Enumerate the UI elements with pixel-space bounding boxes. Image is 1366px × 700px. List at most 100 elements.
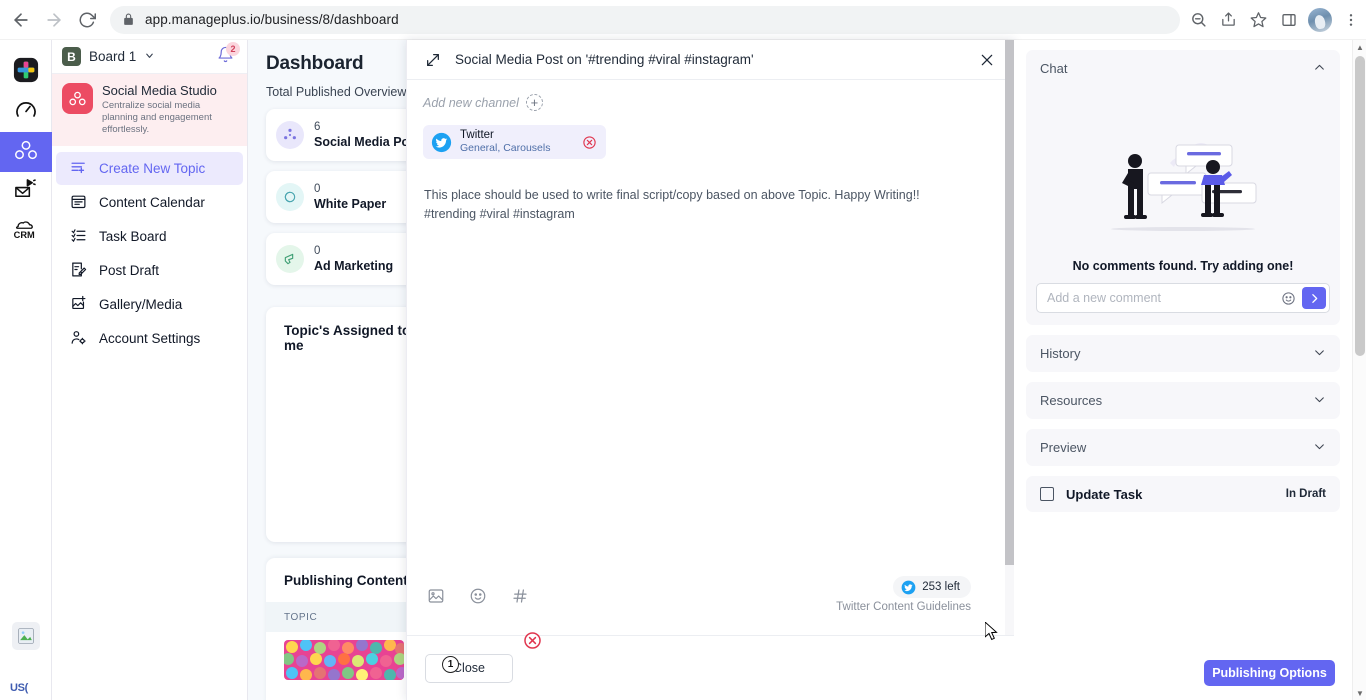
channel-card-twitter[interactable]: Twitter General, Carousels — [423, 125, 606, 159]
social-studio-icon — [13, 137, 39, 168]
post-editor-content[interactable]: This place should be used to write final… — [407, 159, 999, 224]
image-icon[interactable] — [427, 587, 445, 605]
browser-toolbar: app.manageplus.io/business/8/dashboard — [0, 0, 1366, 40]
app-logo[interactable] — [0, 48, 52, 92]
remove-circle-icon[interactable] — [581, 134, 598, 151]
sidebar-item-task-board[interactable]: Task Board — [56, 220, 243, 253]
post-editor-modal: Social Media Post on '#trending #viral #… — [406, 40, 1015, 700]
taskbar-image-icon[interactable] — [12, 622, 40, 650]
stat-label: Ad Marketing — [314, 258, 394, 273]
chevron-down-icon[interactable] — [144, 50, 155, 64]
side-panel-icon[interactable] — [1274, 5, 1304, 35]
stat-card-white-paper[interactable]: 0 White Paper — [266, 171, 423, 223]
remove-circle-icon[interactable] — [523, 631, 542, 650]
accordion-header-chat[interactable]: Chat — [1026, 50, 1340, 87]
three-dot-menu-icon[interactable] — [1336, 5, 1366, 35]
accordion-header-preview[interactable]: Preview — [1026, 429, 1340, 466]
accordion-resources: Resources — [1026, 382, 1340, 419]
down-chevron-icon[interactable] — [1313, 346, 1326, 362]
sidebar-item-label: Create New Topic — [99, 161, 206, 176]
accordion-label: Chat — [1040, 61, 1068, 76]
sidebar-item-account-settings[interactable]: Account Settings — [56, 322, 243, 355]
account-settings-icon — [70, 329, 87, 349]
stat-card-ad-marketing[interactable]: 0 Ad Marketing — [266, 233, 423, 285]
sidebar-item-dashboard[interactable] — [0, 92, 52, 132]
down-chevron-icon[interactable] — [1313, 393, 1326, 409]
update-task-checkbox[interactable] — [1040, 487, 1054, 501]
content-guidelines-link[interactable]: Twitter Content Guidelines — [836, 601, 971, 613]
back-arrow-icon[interactable] — [8, 4, 33, 36]
taskbar-label: US( — [10, 682, 29, 694]
update-task-row[interactable]: Update Task In Draft — [1026, 476, 1340, 512]
down-chevron-icon[interactable] — [1313, 440, 1326, 456]
accordion-header-resources[interactable]: Resources — [1026, 382, 1340, 419]
scroll-up-arrow-icon[interactable]: ▲ — [1353, 40, 1366, 54]
sidebar-item-campaigns[interactable] — [0, 172, 52, 212]
scroll-down-arrow-icon[interactable]: ▼ — [1353, 686, 1366, 700]
emoji-icon[interactable] — [1281, 291, 1296, 306]
stat-count: 0 — [314, 244, 321, 257]
crm-icon: CRM — [11, 217, 41, 248]
page-title: Dashboard — [266, 53, 364, 74]
modal-title: Social Media Post on '#trending #viral #… — [455, 52, 754, 67]
emoji-icon[interactable] — [469, 587, 487, 605]
sidebar-item-gallery-media[interactable]: Gallery/Media — [56, 288, 243, 321]
chat-body: No comments found. Try adding one! — [1026, 87, 1340, 325]
hashtag-icon[interactable] — [511, 587, 529, 605]
address-bar[interactable]: app.manageplus.io/business/8/dashboard — [109, 5, 1180, 34]
speedometer-icon — [14, 98, 38, 127]
expand-arrow-icon[interactable] — [425, 52, 441, 68]
comment-input[interactable] — [1047, 291, 1275, 305]
publishing-options-button[interactable]: Publishing Options — [1204, 660, 1335, 686]
sidebar-item-social-media-studio[interactable] — [0, 132, 52, 172]
accordion-preview: Preview — [1026, 429, 1340, 466]
accordion-header-history[interactable]: History — [1026, 335, 1340, 372]
app-rail: CRM US( — [0, 40, 52, 700]
ad-marketing-icon — [276, 245, 304, 273]
sidebar-item-content-calendar[interactable]: Content Calendar — [56, 186, 243, 219]
board-name: Board 1 — [89, 49, 137, 64]
notifications-button[interactable]: 2 — [213, 41, 240, 69]
publishing-table-header: TOPIC — [266, 602, 423, 632]
board-selector[interactable]: B Board 1 2 — [52, 40, 247, 74]
stat-count: 0 — [314, 182, 321, 195]
page-scrollbar[interactable]: ▲ ▼ — [1352, 40, 1366, 700]
close-x-icon[interactable] — [976, 49, 998, 71]
stat-card-social-media-post[interactable]: 6 Social Media Post — [266, 109, 423, 161]
editor-line-2: #trending #viral #instagram — [424, 207, 575, 221]
up-chevron-icon[interactable] — [1313, 61, 1326, 77]
forward-arrow-icon[interactable] — [41, 4, 66, 36]
svg-text:CRM: CRM — [13, 229, 34, 239]
modal-scrollbar[interactable] — [1005, 40, 1014, 700]
sidebar-item-post-draft[interactable]: Post Draft — [56, 254, 243, 287]
comment-input-wrapper[interactable] — [1036, 283, 1330, 313]
table-row[interactable]: Soc '#tr — [266, 640, 423, 680]
empty-state-illustration — [1036, 87, 1330, 247]
star-icon[interactable] — [1244, 5, 1274, 35]
mouse-cursor — [984, 620, 999, 647]
accordion-label: History — [1040, 346, 1081, 361]
modal-header: Social Media Post on '#trending #viral #… — [407, 40, 1014, 80]
assigned-topics-card: Topic's Assigned to me — [266, 307, 423, 542]
app-screen: app.manageplus.io/business/8/dashboard C… — [0, 0, 1366, 700]
draft-edit-icon — [70, 261, 87, 281]
notification-count-badge: 2 — [226, 41, 240, 56]
twitter-bird-icon — [901, 580, 916, 595]
assigned-topics-title: Topic's Assigned to me — [284, 323, 411, 353]
plus-icon[interactable]: + — [525, 94, 543, 111]
profile-avatar[interactable] — [1307, 7, 1332, 32]
calendar-icon — [70, 193, 87, 213]
scroll-thumb[interactable] — [1355, 56, 1365, 356]
share-icon[interactable] — [1214, 5, 1244, 35]
add-channel-row[interactable]: Add new channel + — [407, 80, 999, 111]
sidebar-item-crm[interactable]: CRM — [0, 212, 52, 252]
close-button[interactable]: Close — [425, 653, 513, 683]
reload-icon[interactable] — [75, 4, 100, 36]
sidebar-item-create-new-topic[interactable]: Create New Topic — [56, 152, 243, 185]
board-badge: B — [62, 47, 81, 66]
zoom-out-icon[interactable] — [1184, 5, 1214, 35]
vertical-dots-icon[interactable]: ⋮ — [512, 658, 524, 670]
browser-action-icons — [1184, 5, 1366, 35]
studio-info-card: Social Media Studio Centralize social me… — [52, 74, 247, 146]
send-comment-button[interactable] — [1302, 287, 1326, 309]
